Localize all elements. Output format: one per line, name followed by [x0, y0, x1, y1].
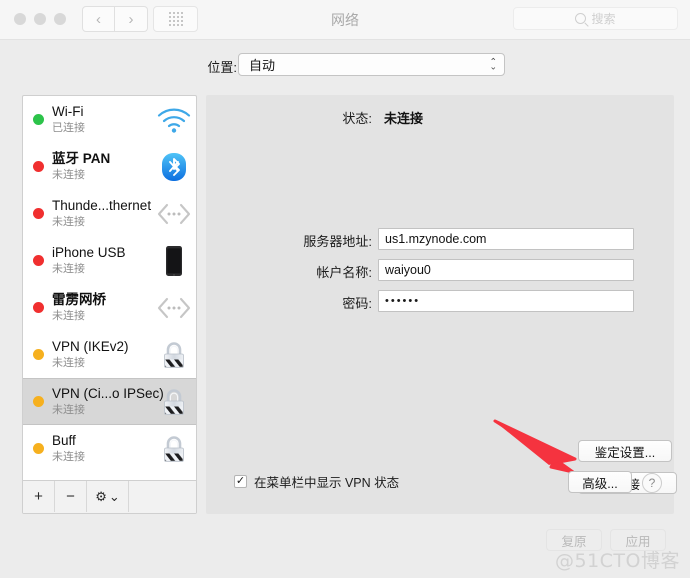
service-name: VPN (IKEv2)	[52, 339, 129, 354]
account-name-input[interactable]: waiyou0	[378, 259, 634, 281]
gear-icon: ⚙	[95, 488, 107, 504]
service-sidebar: Wi-Fi 已连接 蓝牙 PAN 未连接 Thunde...thernet 未连接 iPho…	[22, 95, 197, 514]
lock-icon	[156, 338, 192, 372]
vpn-detail-panel: 状态: 未连接 服务器地址: us1.mzynode.com 帐户名称: wai…	[206, 95, 677, 514]
watermark: @51CTO博客	[554, 550, 680, 572]
sidebar-item-7[interactable]: VPN (Ci...o IPSec) 未连接	[23, 378, 196, 425]
service-text: Thunde...thernet 未连接	[52, 198, 156, 229]
service-status: 未连接	[52, 404, 85, 416]
account-name-row: 帐户名称: waiyou0	[206, 259, 674, 281]
show-vpn-status-checkbox[interactable]: ✓	[234, 475, 247, 488]
service-status: 未连接	[52, 216, 85, 228]
lock-icon	[156, 385, 192, 419]
remove-service-button[interactable]: −	[55, 481, 87, 512]
service-status: 未连接	[52, 310, 85, 322]
status-value: 未连接	[384, 111, 424, 126]
status-dot	[33, 349, 44, 360]
search-placeholder: 搜索	[591, 12, 616, 26]
location-row: 位置: 自动 ⌃ ⌄	[0, 50, 690, 82]
password-row: 密码: ••••••	[206, 290, 674, 312]
network-preferences-window: ‹ › 网络 搜索 位置: 自动 ⌃ ⌄ Wi-Fi 已连接 蓝牙 PAN 未连…	[0, 0, 690, 578]
status-dot	[33, 161, 44, 172]
status-dot	[33, 208, 44, 219]
ethernet-icon	[156, 291, 192, 325]
password-label: 密码:	[342, 296, 372, 311]
help-button[interactable]: ?	[642, 473, 662, 493]
show-vpn-status-label: 在菜单栏中显示 VPN 状态	[254, 476, 400, 490]
service-status: 未连接	[52, 451, 85, 463]
service-text: Buff 未连接	[52, 433, 156, 464]
password-input[interactable]: ••••••	[378, 290, 634, 312]
sidebar-item-3[interactable]: Thunde...thernet 未连接	[23, 190, 196, 237]
status-dot	[33, 114, 44, 125]
ethernet-icon	[156, 197, 192, 231]
sidebar-item-2[interactable]: 蓝牙 PAN 未连接	[23, 143, 196, 190]
service-text: VPN (IKEv2) 未连接	[52, 339, 156, 370]
lock-icon	[156, 432, 192, 466]
service-status: 未连接	[52, 169, 85, 181]
iphone-icon	[156, 244, 192, 278]
status-dot	[33, 396, 44, 407]
sidebar-item-1[interactable]: Wi-Fi 已连接	[23, 96, 196, 143]
service-text: 蓝牙 PAN 未连接	[52, 151, 156, 182]
service-list: Wi-Fi 已连接 蓝牙 PAN 未连接 Thunde...thernet 未连接 iPho…	[23, 96, 196, 481]
service-name: Thunde...thernet	[52, 198, 152, 213]
status-label: 状态:	[342, 111, 372, 126]
service-name: iPhone USB	[52, 245, 126, 260]
window-titlebar: ‹ › 网络 搜索	[0, 0, 690, 40]
service-text: iPhone USB 未连接	[52, 245, 156, 276]
search-input[interactable]: 搜索	[513, 7, 678, 30]
check-icon: ✓	[235, 475, 246, 487]
service-name: Buff	[52, 433, 76, 448]
auth-settings-button[interactable]: 鉴定设置...	[578, 440, 672, 462]
service-status: 未连接	[52, 263, 85, 275]
minus-icon: −	[66, 488, 75, 505]
plus-icon: +	[34, 488, 43, 505]
account-name-label: 帐户名称:	[316, 265, 372, 280]
window-footer: 复原 应用 @51CTO博客	[0, 518, 690, 578]
server-address-input[interactable]: us1.mzynode.com	[378, 228, 634, 250]
service-status: 已连接	[52, 122, 85, 134]
advanced-button[interactable]: 高级...	[568, 471, 632, 493]
location-value: 自动	[249, 58, 276, 73]
service-name: 蓝牙 PAN	[52, 151, 111, 166]
add-service-button[interactable]: +	[23, 481, 55, 512]
service-text: Wi-Fi 已连接	[52, 104, 156, 135]
password-masked-value: ••••••	[385, 295, 421, 307]
status-dot	[33, 302, 44, 313]
stepper-icon: ⌃ ⌄	[489, 55, 497, 72]
sidebar-footer: + − ⚙ ⌄	[23, 480, 196, 513]
chevron-down-icon: ⌄	[108, 488, 120, 504]
bluetooth-icon	[156, 150, 192, 184]
sidebar-item-8[interactable]: Buff 未连接	[23, 425, 196, 472]
location-label: 位置:	[207, 60, 237, 75]
server-address-row: 服务器地址: us1.mzynode.com	[206, 228, 674, 250]
service-name: Wi-Fi	[52, 104, 84, 119]
wifi-icon	[156, 103, 192, 137]
search-icon	[575, 13, 587, 24]
sidebar-item-5[interactable]: 雷雳网桥 未连接	[23, 284, 196, 331]
service-actions-menu-button[interactable]: ⚙ ⌄	[87, 481, 129, 512]
service-text: VPN (Ci...o IPSec) 未连接	[52, 386, 164, 417]
service-status: 未连接	[52, 357, 85, 369]
service-text: 雷雳网桥 未连接	[52, 292, 156, 323]
location-select[interactable]: 自动 ⌃ ⌄	[238, 53, 505, 76]
sidebar-item-4[interactable]: iPhone USB 未连接	[23, 237, 196, 284]
status-dot	[33, 255, 44, 266]
service-name: 雷雳网桥	[52, 292, 106, 307]
show-vpn-status-option[interactable]: ✓ 在菜单栏中显示 VPN 状态	[234, 472, 399, 491]
sidebar-item-6[interactable]: VPN (IKEv2) 未连接	[23, 331, 196, 378]
service-name: VPN (Ci...o IPSec)	[52, 386, 164, 401]
status-dot	[33, 443, 44, 454]
server-address-label: 服务器地址:	[303, 234, 372, 249]
